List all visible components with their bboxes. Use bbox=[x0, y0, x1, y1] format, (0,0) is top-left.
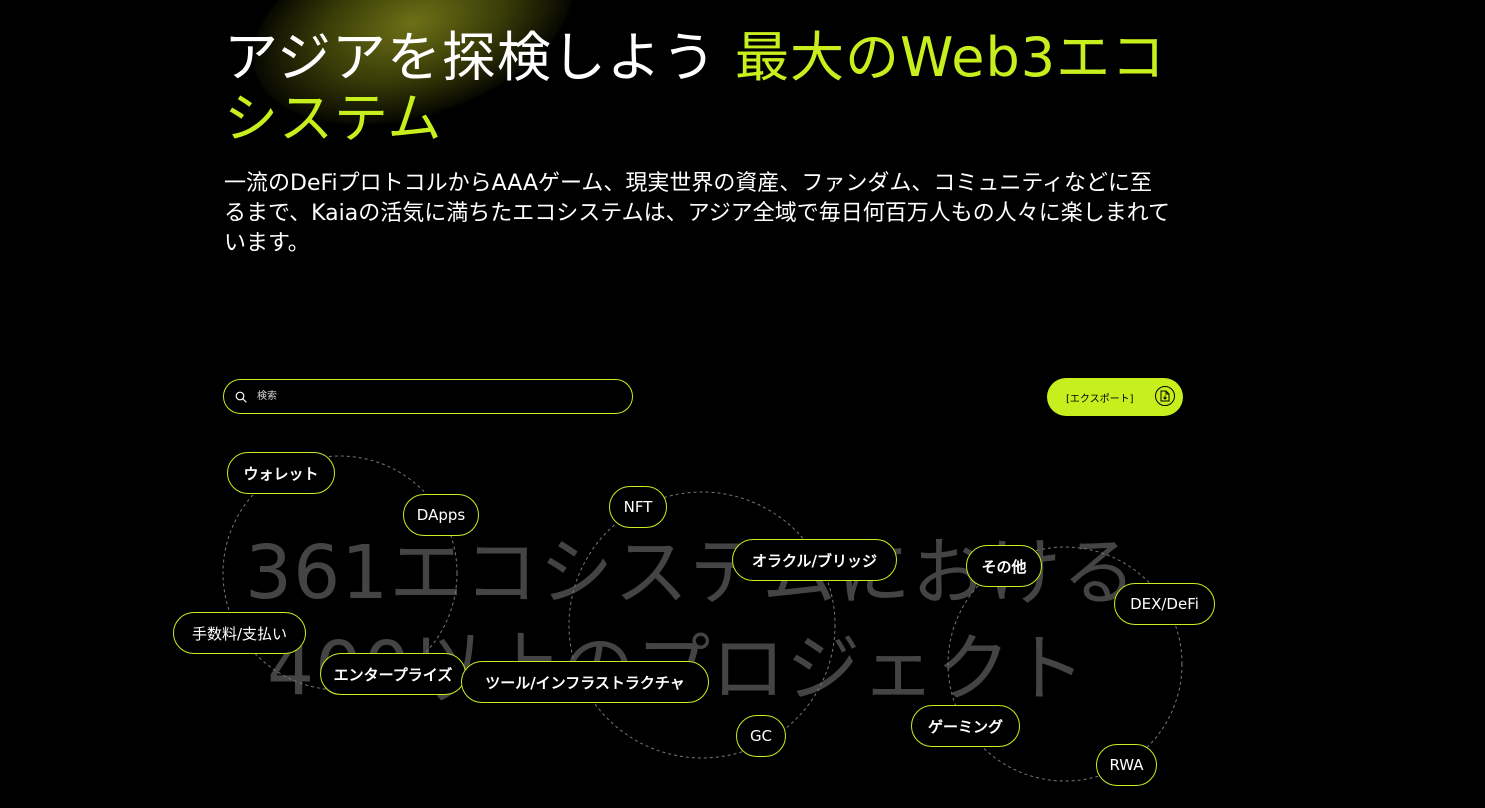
category-tag-gaming[interactable]: ゲーミング bbox=[911, 705, 1020, 747]
category-tag-nft[interactable]: NFT bbox=[609, 486, 667, 528]
category-tag-dex-defi[interactable]: DEX/DeFi bbox=[1114, 583, 1215, 625]
page-title: アジアを探検しよう 最大のWeb3エコシステム bbox=[224, 27, 1184, 149]
category-tag-oracle-bridge[interactable]: オラクル/ブリッジ bbox=[732, 539, 897, 581]
search-bar[interactable] bbox=[223, 379, 633, 414]
export-file-icon bbox=[1155, 386, 1175, 406]
page-title-white: アジアを探検しよう bbox=[224, 26, 717, 89]
category-tag-rwa[interactable]: RWA bbox=[1096, 744, 1157, 786]
export-button[interactable]: [エクスポート] bbox=[1047, 378, 1183, 416]
hero-description: 一流のDeFiプロトコルからAAAゲーム、現実世界の資産、ファンダム、コミュニテ… bbox=[224, 171, 1171, 256]
category-tag-dapps[interactable]: DApps bbox=[403, 494, 479, 536]
category-tag-tools-infrastructure[interactable]: ツール/インフラストラクチャ bbox=[461, 661, 709, 703]
category-tag-other[interactable]: その他 bbox=[966, 545, 1042, 587]
export-button-label: [エクスポート] bbox=[1066, 393, 1134, 405]
category-tag-fees-payments[interactable]: 手数料/支払い bbox=[173, 612, 306, 654]
category-tag-gc[interactable]: GC bbox=[736, 715, 786, 757]
category-tag-wallet[interactable]: ウォレット bbox=[227, 452, 335, 494]
search-input[interactable] bbox=[255, 390, 619, 403]
search-icon bbox=[235, 391, 247, 403]
category-tag-enterprise[interactable]: エンタープライズ bbox=[320, 653, 466, 695]
